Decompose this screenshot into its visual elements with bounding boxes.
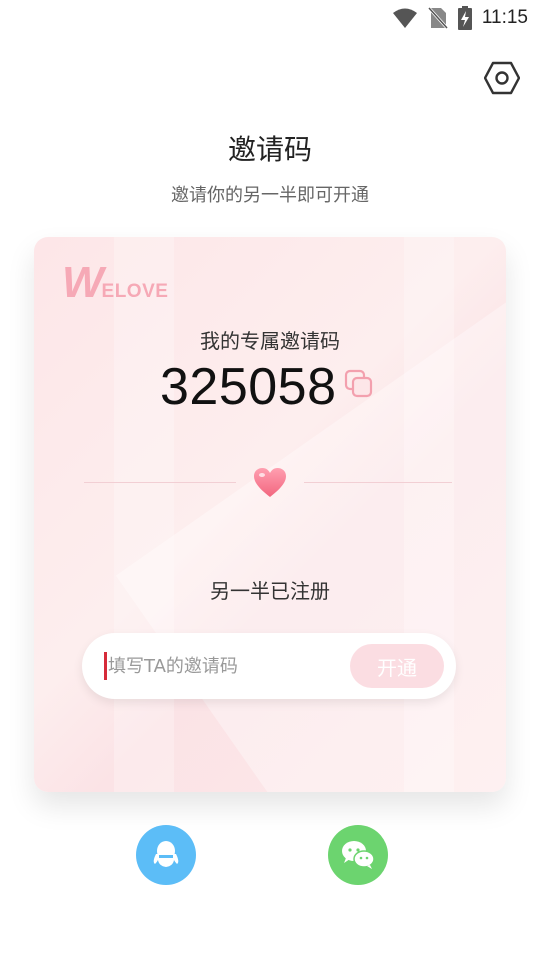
text-cursor xyxy=(104,652,107,680)
status-icons: 11:15 xyxy=(392,6,528,30)
welove-logo: W ELOVE xyxy=(62,258,169,307)
wechat-icon xyxy=(342,841,375,869)
divider-line xyxy=(304,482,452,483)
copy-button[interactable] xyxy=(344,369,374,399)
status-bar: 11:15 xyxy=(0,0,540,36)
divider-line xyxy=(84,482,236,483)
heart-icon xyxy=(254,468,286,497)
invite-code-input-group: 开通 xyxy=(82,633,456,699)
invite-card: W ELOVE 我的专属邀请码 325058 另一半已注册 开通 xyxy=(34,237,506,792)
open-button[interactable]: 开通 xyxy=(350,644,444,688)
invite-code: 325058 xyxy=(160,358,337,416)
settings-button[interactable] xyxy=(484,60,520,96)
partner-registered-label: 另一半已注册 xyxy=(210,579,330,603)
share-qq-button[interactable] xyxy=(136,825,196,885)
no-sim-icon xyxy=(427,6,448,30)
my-code-label: 我的专属邀请码 xyxy=(200,329,340,353)
card-decoration xyxy=(114,237,174,792)
code-row: 325058 xyxy=(34,357,506,417)
logo-text: ELOVE xyxy=(101,281,169,302)
page-subtitle: 邀请你的另一半即可开通 xyxy=(171,185,369,206)
status-time: 11:15 xyxy=(481,7,528,28)
copy-icon xyxy=(344,369,373,398)
qq-icon xyxy=(153,841,179,867)
settings-icon xyxy=(484,61,520,95)
logo-letter: W xyxy=(62,258,104,307)
partner-code-input[interactable] xyxy=(108,647,338,685)
share-wechat-button[interactable] xyxy=(328,825,388,885)
wifi-icon xyxy=(392,8,417,28)
battery-charging-icon xyxy=(457,6,472,30)
page-title: 邀请码 xyxy=(227,133,312,166)
